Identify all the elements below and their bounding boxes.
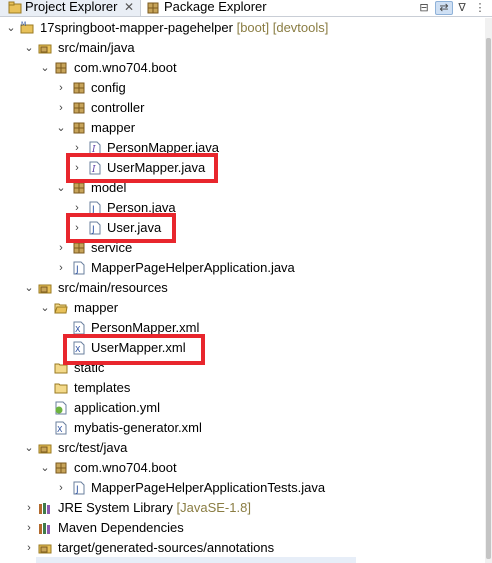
tree-item-application-yml[interactable]: application.yml [0, 398, 485, 418]
view-tab-bar: Project Explorer ✕ Package Explorer ⊟ ⇄ … [0, 0, 492, 17]
chevron-down-icon[interactable]: ⌄ [40, 62, 50, 74]
link-with-editor-icon[interactable]: ⇄ [435, 1, 453, 15]
package-config-label: config [91, 80, 126, 95]
view-menu-icon[interactable]: ⋮ [472, 1, 488, 15]
tree-item-folder-templates[interactable]: templates [0, 378, 485, 398]
generated-sources-label: target/generated-sources/annotations [58, 540, 275, 555]
highlight-box-user-java [66, 213, 176, 243]
xml-file-icon: X [73, 321, 85, 335]
maven-dependencies-label: Maven Dependencies [58, 520, 184, 535]
selection-strip [36, 557, 356, 563]
tree-item-test-package-boot[interactable]: ⌄ com.wno704.boot [0, 458, 485, 478]
package-icon [73, 242, 85, 254]
chevron-down-icon[interactable]: ⌄ [24, 42, 34, 54]
project-decoration: [boot] [devtools] [236, 20, 329, 35]
package-explorer-icon [147, 2, 159, 14]
chevron-down-icon[interactable]: ⌄ [6, 22, 16, 34]
src-test-java-label: src/test/java [58, 440, 128, 455]
library-icon [39, 503, 50, 514]
tab-project-explorer-label: Project Explorer [25, 0, 118, 14]
chevron-right-icon[interactable]: › [24, 502, 34, 514]
tree-item-src-main-resources[interactable]: ⌄ src/main/resources [0, 278, 485, 298]
tree-item-src-test-java[interactable]: ⌄ src/test/java [0, 438, 485, 458]
source-folder-icon [38, 544, 52, 554]
scrollbar-thumb[interactable] [486, 38, 491, 559]
tree-item-jre-library[interactable]: › JRE System Library [JavaSE-1.8] [0, 498, 485, 518]
chevron-down-icon[interactable]: ⌄ [56, 182, 66, 194]
package-icon [55, 62, 67, 74]
collapse-all-icon[interactable]: ⊟ [416, 1, 432, 15]
chevron-down-icon[interactable]: ⌄ [24, 442, 34, 454]
package-boot-label: com.wno704.boot [74, 60, 177, 75]
chevron-right-icon[interactable]: › [24, 522, 34, 534]
maven-project-icon: M [20, 21, 34, 34]
source-folder-icon [38, 44, 52, 54]
svg-text:M: M [21, 21, 26, 28]
highlight-box-user-mapper-xml [63, 334, 205, 365]
tree-item-application-java[interactable]: › J MapperPageHelperApplication.java [0, 258, 485, 278]
tree-item-folder-mapper[interactable]: ⌄ mapper [0, 298, 485, 318]
svg-text:J: J [75, 265, 79, 275]
folder-templates-label: templates [74, 380, 131, 395]
tree-item-package-config[interactable]: › config [0, 78, 485, 98]
package-mapper-label: mapper [91, 120, 136, 135]
chevron-right-icon[interactable]: › [56, 262, 66, 274]
highlight-box-user-mapper-java [66, 153, 218, 183]
project-explorer-icon [8, 1, 22, 14]
application-tests-java-label: MapperPageHelperApplicationTests.java [91, 480, 326, 495]
tree-item-mybatis-generator-xml[interactable]: X mybatis-generator.xml [0, 418, 485, 438]
jre-library-decoration: [JavaSE-1.8] [176, 500, 251, 515]
tree-item-src-main-java[interactable]: ⌄ src/main/java [0, 38, 485, 58]
source-folder-icon [38, 444, 52, 454]
tree-item-project[interactable]: ⌄ M 17springboot-mapper-pagehelper [boot… [0, 18, 485, 38]
tree-item-application-tests-java[interactable]: › J MapperPageHelperApplicationTests.jav… [0, 478, 485, 498]
chevron-right-icon[interactable]: › [56, 482, 66, 494]
package-icon [73, 182, 85, 194]
chevron-right-icon[interactable]: › [56, 242, 66, 254]
application-java-label: MapperPageHelperApplication.java [91, 260, 295, 275]
package-icon [73, 122, 85, 134]
xml-file-icon: X [55, 421, 67, 435]
filter-icon[interactable]: ∇ [454, 1, 470, 15]
package-controller-label: controller [91, 100, 145, 115]
mybatis-generator-xml-label: mybatis-generator.xml [74, 420, 202, 435]
src-main-resources-label: src/main/resources [58, 280, 168, 295]
chevron-right-icon[interactable]: › [56, 102, 66, 114]
folder-mapper-label: mapper [74, 300, 119, 315]
application-yml-label: application.yml [74, 400, 160, 415]
tree-item-package-controller[interactable]: › controller [0, 98, 485, 118]
folder-open-icon [54, 303, 68, 314]
svg-text:J: J [75, 485, 79, 495]
java-file-icon: J [73, 481, 85, 495]
tree-item-generated-sources[interactable]: › target/generated-sources/annotations [0, 538, 485, 558]
tree-item-package-boot[interactable]: ⌄ com.wno704.boot [0, 58, 485, 78]
java-file-icon: J [73, 261, 85, 275]
tree-item-package-mapper[interactable]: ⌄ mapper [0, 118, 485, 138]
folder-icon [54, 383, 68, 394]
src-main-java-label: src/main/java [58, 40, 135, 55]
chevron-down-icon[interactable]: ⌄ [24, 282, 34, 294]
package-icon [73, 102, 85, 114]
close-icon[interactable]: ✕ [124, 0, 134, 14]
chevron-right-icon[interactable]: › [56, 82, 66, 94]
chevron-down-icon[interactable]: ⌄ [40, 302, 50, 314]
chevron-right-icon[interactable]: › [24, 542, 34, 554]
svg-text:X: X [57, 425, 63, 434]
library-icon [39, 523, 50, 534]
tree-item-maven-dependencies[interactable]: › Maven Dependencies [0, 518, 485, 538]
view-toolbar: ⊟ ⇄ ∇ ⋮ [322, 0, 492, 16]
yaml-file-icon [55, 401, 67, 415]
test-package-boot-label: com.wno704.boot [74, 460, 177, 475]
svg-text:X: X [75, 325, 81, 334]
tab-package-explorer-label: Package Explorer [164, 0, 267, 14]
jre-library-label: JRE System Library [58, 500, 173, 515]
source-folder-icon [38, 284, 52, 294]
vertical-scrollbar[interactable] [485, 18, 492, 563]
package-icon [55, 462, 67, 474]
tab-project-explorer[interactable]: Project Explorer ✕ [0, 0, 141, 16]
chevron-down-icon[interactable]: ⌄ [56, 122, 66, 134]
package-icon [73, 82, 85, 94]
project-label: 17springboot-mapper-pagehelper [40, 20, 233, 35]
chevron-down-icon[interactable]: ⌄ [40, 462, 50, 474]
